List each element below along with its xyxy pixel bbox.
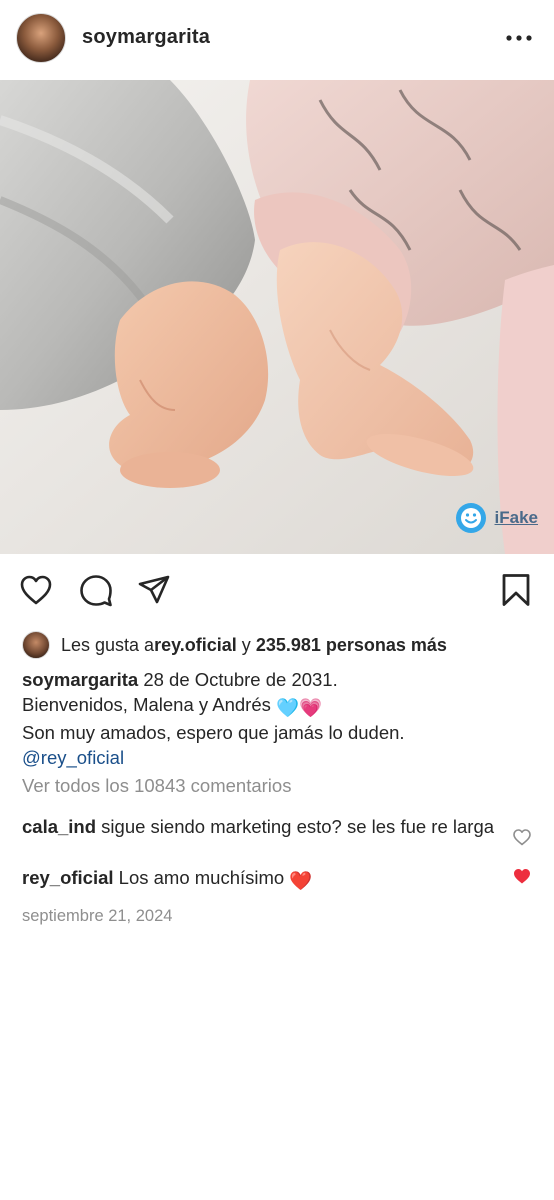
liker-avatar: [22, 631, 50, 659]
photo-illustration: [0, 80, 554, 554]
heart-outline-icon[interactable]: [18, 572, 54, 608]
heart-filled-icon[interactable]: [512, 867, 532, 885]
comment-item: rey_oficial Los amo muchísimo ❤️: [22, 866, 502, 893]
comment-text: sigue siendo marketing esto? se les fue …: [96, 816, 495, 837]
smiley-face-icon: [455, 503, 486, 533]
caption-line-3: Son muy amados, espero que jamás lo dude…: [22, 722, 405, 743]
red-heart-emoji-icon: ❤️: [289, 870, 313, 891]
likes-count[interactable]: 235.981 personas más: [256, 635, 447, 656]
post-action-bar: [0, 568, 554, 614]
post-photo[interactable]: iFake: [0, 80, 554, 554]
comment-username[interactable]: cala_ind: [22, 816, 96, 837]
post-date: septiembre 21, 2024: [22, 907, 173, 925]
likes-prefix: Les gusta a: [61, 634, 155, 655]
more-horizontal-icon[interactable]: [504, 28, 534, 48]
heart-outline-icon[interactable]: [512, 828, 532, 846]
post-caption: soymargarita 28 de Octubre de 2031. Bien…: [22, 667, 532, 770]
likes-line[interactable]: Les gusta a rey.oficial y 235.981 person…: [22, 630, 447, 660]
paper-plane-icon[interactable]: [136, 572, 172, 608]
post-username[interactable]: soymargarita: [82, 26, 210, 49]
comment-text: Los amo muchísimo: [113, 867, 290, 888]
comment-bubble-icon[interactable]: [78, 572, 114, 608]
caption-text-1: 28 de Octubre de 2031.: [138, 669, 338, 690]
hearts-emoji-icon: 🩵💗: [276, 697, 323, 718]
caption-username[interactable]: soymargarita: [22, 669, 138, 690]
view-all-comments-link[interactable]: Ver todos los 10843 comentarios: [22, 775, 291, 797]
watermark-text: iFake: [494, 508, 538, 527]
likes-connector: y: [236, 634, 256, 655]
comment-username[interactable]: rey_oficial: [22, 867, 114, 888]
caption-text-2: Bienvenidos, Malena y Andrés: [22, 694, 277, 715]
bookmark-outline-icon[interactable]: [498, 572, 534, 608]
liker-username[interactable]: rey.oficial: [154, 635, 237, 656]
caption-line-1: soymargarita 28 de Octubre de 2031.: [22, 667, 532, 692]
watermark: iFake: [455, 502, 538, 534]
caption-mention[interactable]: @rey_oficial: [22, 745, 532, 770]
comment-item: cala_ind sigue siendo marketing esto? se…: [22, 815, 502, 839]
caption-line-2: Bienvenidos, Malena y Andrés 🩵💗: [22, 692, 532, 720]
post-header: soymargarita: [0, 0, 554, 80]
user-avatar[interactable]: [16, 13, 66, 63]
